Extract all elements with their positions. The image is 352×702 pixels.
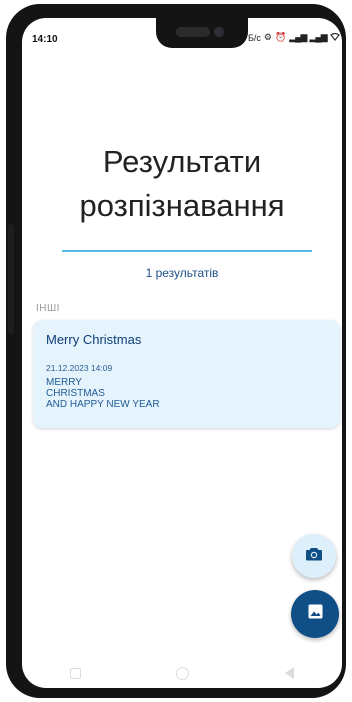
front-camera-icon [214,27,224,37]
gallery-button[interactable] [291,590,339,638]
earpiece [176,27,210,37]
recents-icon[interactable] [69,667,81,679]
system-nav-bar [22,658,342,688]
camera-notch [156,18,248,48]
image-icon [308,604,323,624]
title-divider [62,250,312,252]
signal-icon: ▂▄▆ [289,32,307,42]
alarm-icon: ⏰ [275,32,287,42]
signal-icon-2: ▂▄▆ [309,32,327,42]
phone-side-button [8,224,14,334]
back-icon[interactable] [285,667,295,679]
result-title: Merry Christmas [46,332,142,347]
app-screen: 14:10 Б/с ⚙ ⏰ ▂▄▆ ▂▄▆ 57 Результати розп… [22,18,342,688]
home-icon[interactable] [176,666,190,680]
status-time: 14:10 [32,34,58,45]
page-title: Результати розпізнавання [79,144,285,223]
phone-frame: 14:10 Б/с ⚙ ⏰ ▂▄▆ ▂▄▆ 57 Результати розп… [6,4,346,698]
result-card[interactable]: Merry Christmas 21.12.2023 14:09 MERRY C… [33,320,340,428]
camera-button[interactable] [292,534,336,578]
settings-status-icon: ⚙ [263,32,272,42]
wifi-icon [329,32,340,43]
result-text: MERRY CHRISTMAS AND HAPPY NEW YEAR [46,377,160,410]
camera-icon [306,547,322,566]
status-icons: Б/с ⚙ ⏰ ▂▄▆ ▂▄▆ 57 [248,32,342,43]
results-count: 1 результатів [145,266,219,280]
result-date: 21.12.2023 14:09 [46,363,113,373]
section-label: ІНШІ [36,303,60,314]
network-speed: Б/с [248,32,261,43]
